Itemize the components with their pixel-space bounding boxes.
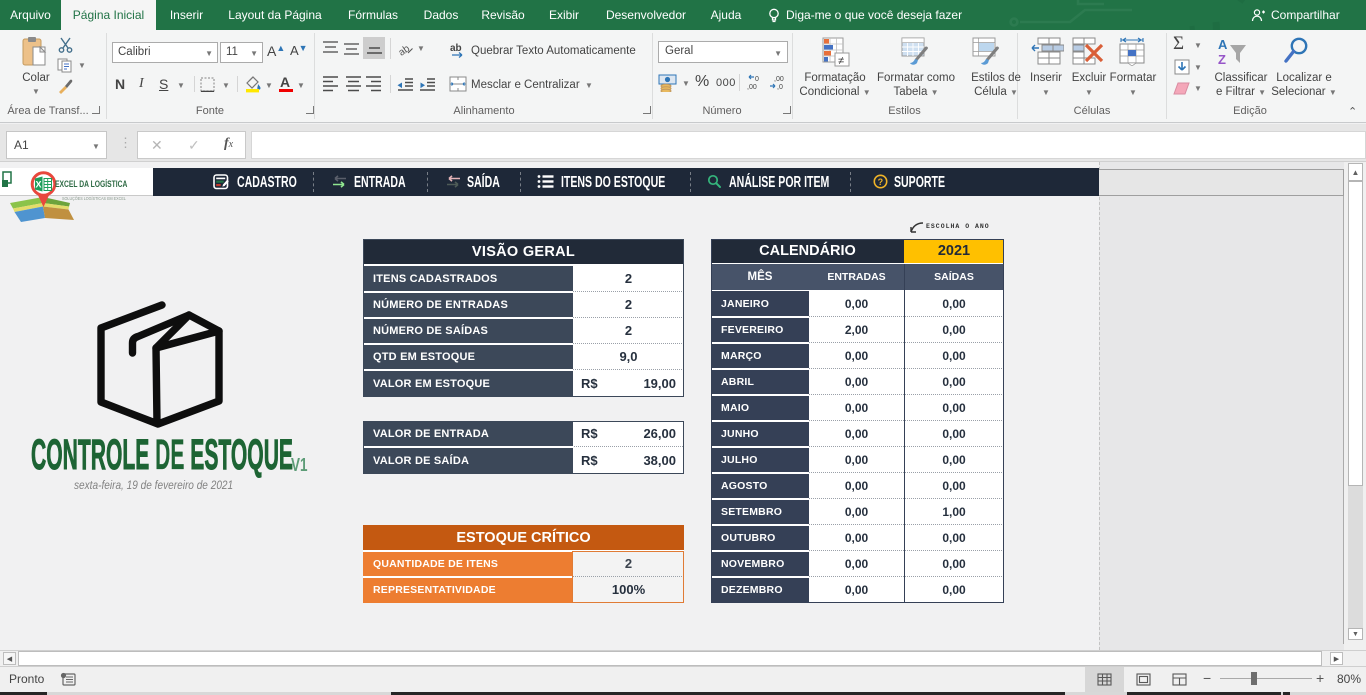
svg-text:0: 0 xyxy=(755,76,759,83)
svg-text:Z: Z xyxy=(1218,52,1226,66)
svg-text:≠: ≠ xyxy=(838,55,844,67)
svg-text:ab: ab xyxy=(450,43,462,54)
svg-text:,00: ,00 xyxy=(774,76,784,83)
svg-text:X: X xyxy=(36,180,42,190)
svg-text:,0: ,0 xyxy=(777,84,783,91)
svg-text:?: ? xyxy=(878,177,884,187)
svg-text:A: A xyxy=(1218,37,1228,52)
svg-text:,00: ,00 xyxy=(747,84,757,91)
